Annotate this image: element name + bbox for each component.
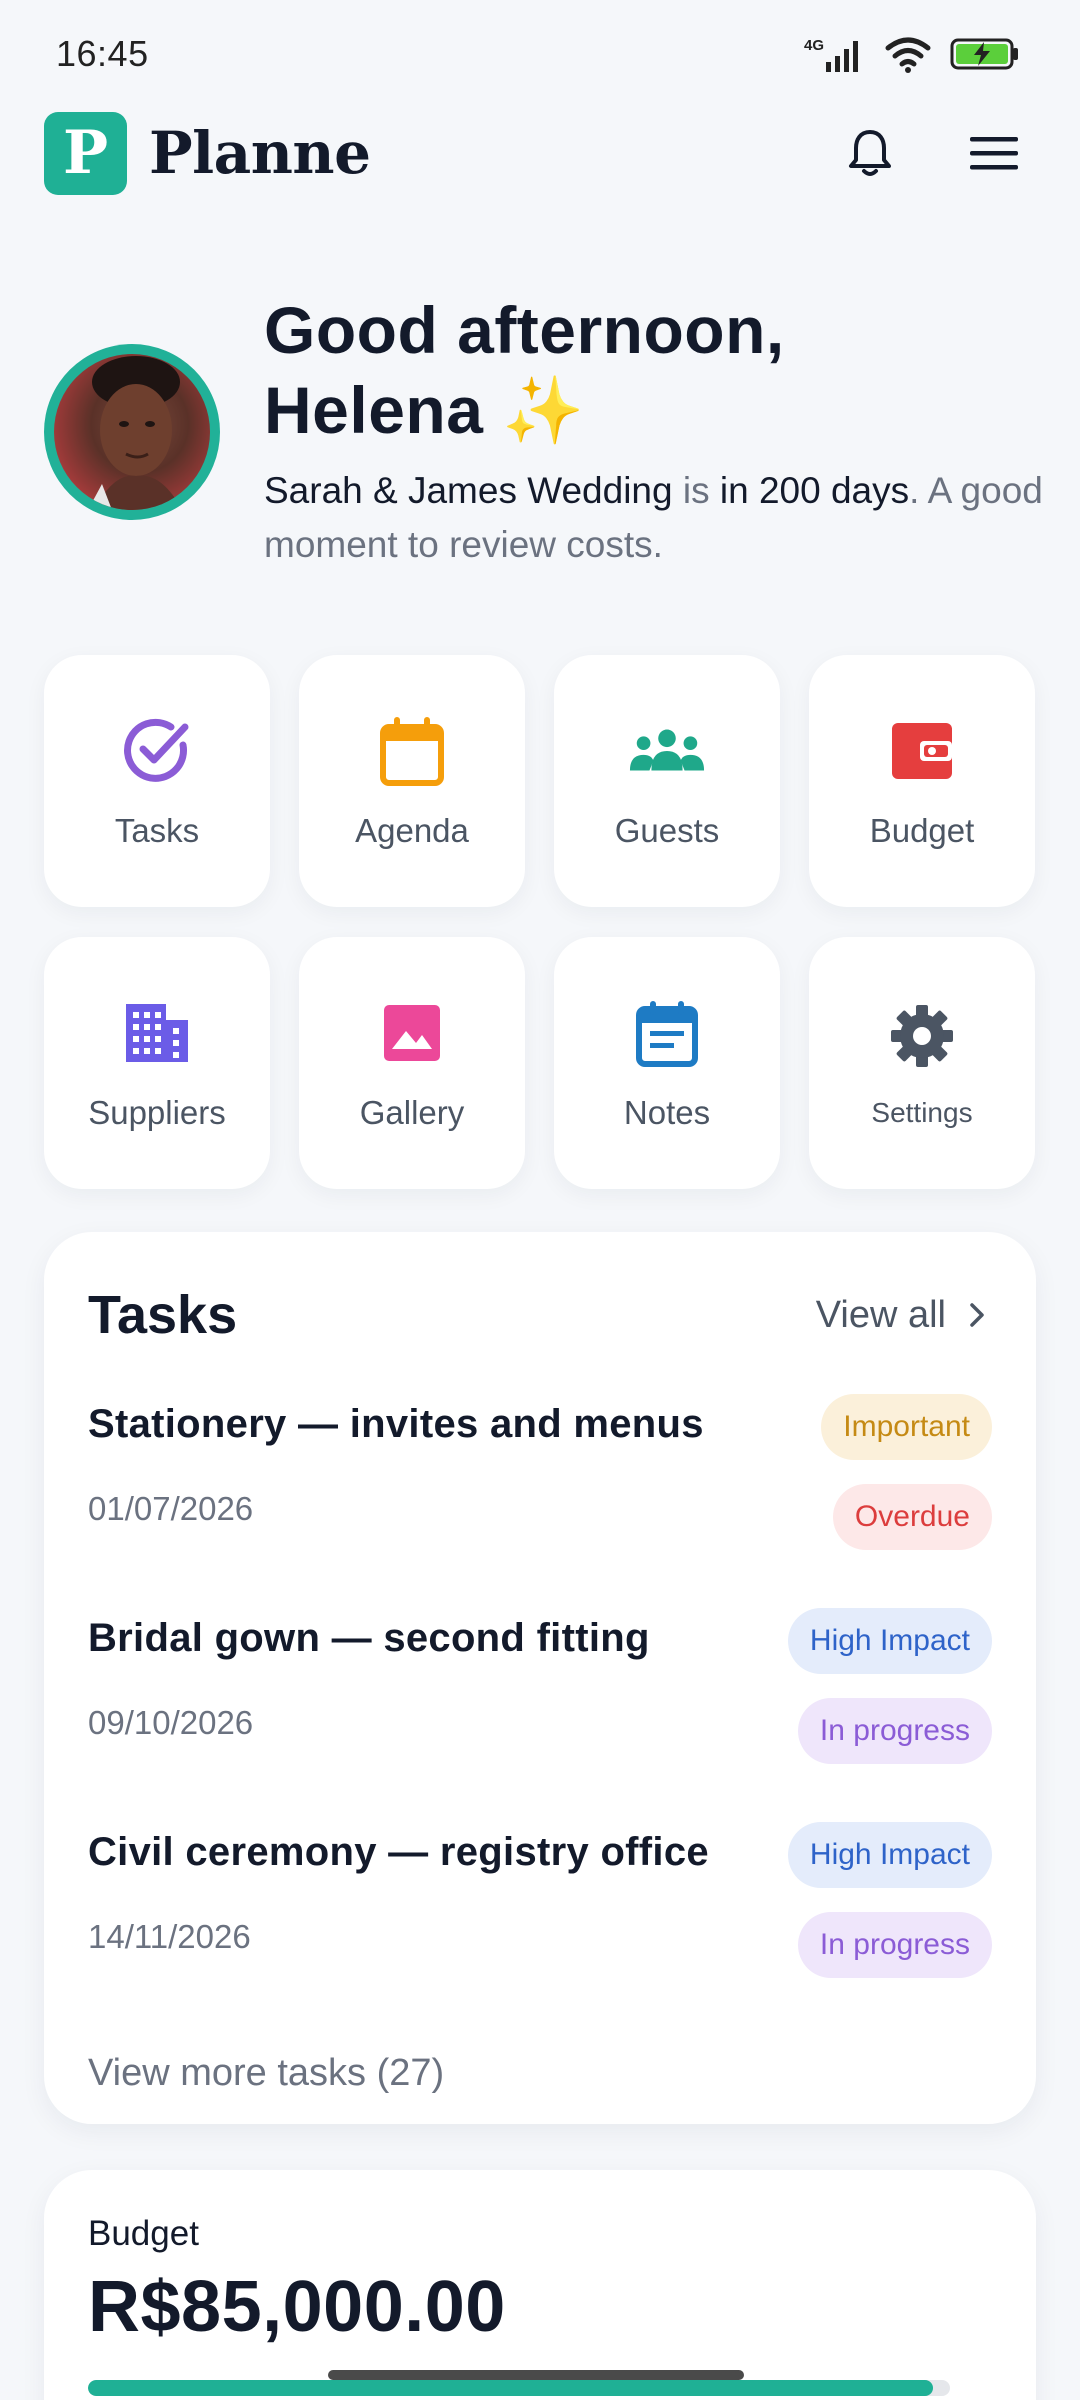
quick-action-label: Gallery (359, 1094, 465, 1131)
home-indicator[interactable] (328, 2370, 744, 2380)
budget-card[interactable]: Budget R$85,000.00 (44, 2170, 1036, 2400)
budget-label: Budget (88, 2214, 199, 2253)
app-name: Planne (149, 119, 371, 187)
bell-icon (849, 130, 891, 176)
chevron-right-icon (970, 1303, 984, 1327)
budget-amount: R$85,000.00 (88, 2267, 506, 2347)
tasks-card: Tasks View all Stationery — invites and … (44, 1232, 1036, 2124)
budget-progress-fill (88, 2380, 933, 2396)
header-actions (842, 125, 1036, 181)
greeting-subtitle: Sarah & James Wedding is in 200 days. A … (264, 464, 1064, 572)
task-title: Civil ceremony — registry office (88, 1830, 709, 1874)
greeting-title: Good afternoon, Helena ✨ (264, 290, 1064, 450)
task-title: Bridal gown — second fitting (88, 1616, 650, 1660)
quick-action-label: Agenda (355, 812, 469, 849)
greeting-title-line2: Helena ✨ (264, 373, 585, 447)
app-logo: P (44, 111, 127, 195)
quick-action-label: Guests (614, 812, 720, 849)
task-item[interactable]: Bridal gown — second fitting 09/10/2026 … (88, 1592, 992, 1806)
greeting-title-line1: Good afternoon, (264, 293, 785, 367)
quick-action-label: Suppliers (88, 1094, 226, 1131)
status-time: 16:45 (56, 33, 149, 74)
view-all-tasks-link[interactable]: View all (816, 1294, 992, 1337)
quick-action-guests[interactable]: Guests (554, 655, 780, 907)
priority-badge: High Impact (787, 1822, 992, 1888)
task-date: 01/07/2026 (88, 1490, 254, 1527)
notifications-button[interactable] (842, 125, 898, 181)
task-date: 14/11/2026 (88, 1918, 251, 1955)
quick-action-suppliers[interactable]: Suppliers (44, 937, 270, 1189)
quick-action-tasks[interactable]: Tasks (44, 655, 270, 907)
quick-action-gallery[interactable]: Gallery (299, 937, 525, 1189)
task-item[interactable]: Civil ceremony — registry office 14/11/2… (88, 1806, 992, 2020)
view-more-tasks-link[interactable]: View more tasks (27) (88, 2052, 444, 2095)
battery-charging-icon (950, 38, 1018, 70)
priority-badge: High Impact (787, 1608, 992, 1674)
check-circle-icon (124, 718, 189, 782)
status-badge: Overdue (832, 1484, 992, 1550)
quick-action-budget[interactable]: Budget (809, 655, 1035, 907)
task-item[interactable]: Stationery — invites and menus 01/07/202… (88, 1378, 992, 1592)
event-name: Sarah & James Wedding (264, 470, 673, 511)
hamburger-menu-icon (970, 137, 1018, 170)
gear-icon (891, 1005, 953, 1067)
status-badge: In progress (797, 1698, 992, 1764)
wifi-icon (885, 37, 931, 73)
quick-action-label: Tasks (114, 812, 200, 849)
cellular-signal-icon: 4G (804, 37, 858, 72)
tasks-card-title: Tasks (88, 1285, 238, 1345)
status-bar: 16:45 4G (0, 0, 1080, 108)
status-badge: In progress (797, 1912, 992, 1978)
avatar[interactable] (44, 344, 220, 520)
quick-action-settings[interactable]: Settings (809, 937, 1035, 1189)
greeting-connector: is (672, 470, 720, 511)
greeting-section: Good afternoon, Helena ✨ Sarah & James W… (44, 290, 1044, 580)
task-title: Stationery — invites and menus (88, 1402, 704, 1446)
task-date: 09/10/2026 (88, 1704, 254, 1741)
tasks-card-header: Tasks View all (88, 1280, 992, 1350)
quick-action-label: Budget (869, 812, 975, 849)
calendar-icon (380, 717, 444, 786)
svg-text:4G: 4G (804, 37, 824, 54)
event-countdown: in 200 days (719, 470, 910, 511)
wallet-icon (892, 723, 952, 779)
quick-action-agenda[interactable]: Agenda (299, 655, 525, 907)
budget-progress-bar (88, 2380, 950, 2396)
view-all-label: View all (815, 1293, 946, 1336)
quick-action-label: Settings (871, 1097, 973, 1128)
status-icons: 4G (804, 34, 1020, 74)
notes-calendar-icon (636, 1001, 698, 1067)
greeting-text: Good afternoon, Helena ✨ Sarah & James W… (264, 290, 1064, 572)
people-group-icon (629, 729, 705, 771)
image-icon (384, 1005, 440, 1061)
logo-letter: P (62, 118, 109, 188)
quick-action-label: Notes (623, 1094, 711, 1131)
tasks-list: Stationery — invites and menus 01/07/202… (88, 1378, 992, 2020)
quick-action-notes[interactable]: Notes (554, 937, 780, 1189)
app-header: P Planne (0, 108, 1080, 198)
quick-actions-grid: Tasks Agenda Guests Budget Suppliers Gal… (44, 655, 1036, 1189)
building-icon (126, 1004, 188, 1062)
priority-badge: Important (821, 1394, 992, 1460)
menu-button[interactable] (966, 125, 1022, 181)
avatar-photo (54, 354, 210, 510)
